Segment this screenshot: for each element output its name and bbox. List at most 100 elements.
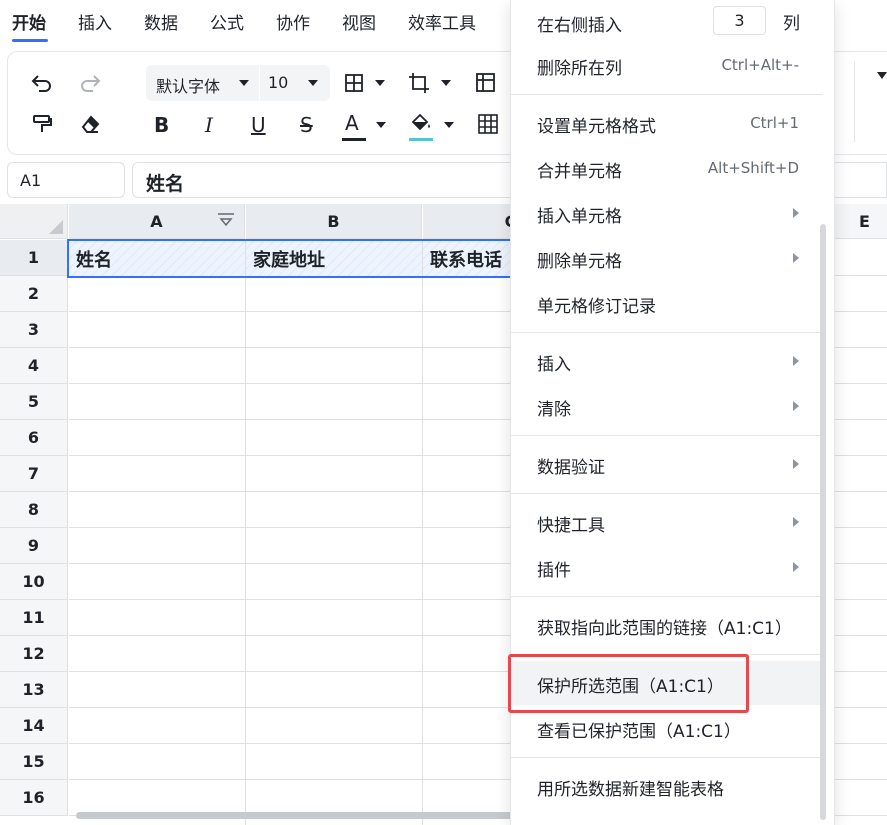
chevron-down-icon[interactable] bbox=[441, 80, 451, 86]
tab-collaborate[interactable]: 协作 bbox=[276, 9, 310, 34]
font-family-value: 默认字体 bbox=[156, 77, 221, 96]
menu-revision-history[interactable]: 单元格修订记录 bbox=[511, 281, 823, 325]
row-header[interactable]: 13 bbox=[0, 672, 68, 708]
chevron-right-icon bbox=[793, 459, 799, 469]
horizontal-scrollbar[interactable] bbox=[76, 812, 536, 819]
row-header[interactable]: 12 bbox=[0, 636, 68, 672]
column-label: B bbox=[327, 211, 340, 231]
row-header[interactable]: 7 bbox=[0, 456, 68, 492]
menu-delete-cells[interactable]: 删除单元格 bbox=[511, 236, 823, 280]
font-size-value: 10 bbox=[268, 73, 289, 92]
undo-icon[interactable] bbox=[27, 68, 57, 98]
menu-insert[interactable]: 插入 bbox=[511, 339, 823, 383]
row-header[interactable]: 15 bbox=[0, 744, 68, 780]
tab-start[interactable]: 开始 bbox=[12, 9, 46, 34]
italic-button[interactable]: I bbox=[205, 113, 213, 137]
chevron-down-icon bbox=[239, 80, 249, 86]
menu-merge-cells[interactable]: 合并单元格 Alt+Shift+D bbox=[511, 146, 823, 190]
menu-data-validation[interactable]: 数据验证 bbox=[511, 442, 823, 486]
menu-item-label: 合并单元格 bbox=[537, 162, 622, 182]
tab-formula[interactable]: 公式 bbox=[210, 9, 244, 34]
table-style-icon[interactable] bbox=[471, 68, 501, 98]
format-painter-icon[interactable] bbox=[27, 109, 57, 139]
row-header[interactable]: 6 bbox=[0, 420, 68, 456]
chevron-down-icon bbox=[308, 80, 318, 86]
bold-button[interactable]: B bbox=[154, 113, 169, 137]
fill-color-icon[interactable] bbox=[406, 108, 436, 138]
row-header[interactable]: 2 bbox=[0, 276, 68, 312]
column-header-a[interactable]: A bbox=[69, 204, 245, 239]
tab-view[interactable]: 视图 bbox=[342, 9, 376, 34]
menu-item-label: 数据验证 bbox=[537, 458, 605, 478]
row-header[interactable]: 10 bbox=[0, 564, 68, 600]
font-size-select[interactable]: 10 bbox=[260, 65, 330, 101]
row-header[interactable]: 5 bbox=[0, 384, 68, 420]
select-all-corner[interactable] bbox=[0, 204, 68, 239]
grid-lines-icon[interactable] bbox=[473, 109, 503, 139]
row-header[interactable]: 14 bbox=[0, 708, 68, 744]
menu-create-smart-table[interactable]: 用所选数据新建智能表格 bbox=[511, 764, 823, 808]
tab-efficiency-tools[interactable]: 效率工具 bbox=[408, 9, 476, 34]
menu-item-label: 删除所在列 bbox=[537, 59, 622, 79]
eraser-icon[interactable] bbox=[75, 109, 105, 139]
row-header[interactable]: 8 bbox=[0, 492, 68, 528]
menu-item-label: 删除单元格 bbox=[537, 252, 622, 272]
menu-item-label: 插入 bbox=[537, 355, 571, 375]
chevron-right-icon bbox=[793, 356, 799, 366]
name-box[interactable]: A1 bbox=[7, 162, 125, 198]
column-label: E bbox=[859, 211, 870, 231]
menu-quick-tools[interactable]: 快捷工具 bbox=[511, 500, 823, 544]
redo-icon[interactable] bbox=[75, 68, 105, 98]
menu-item-label: 插入单元格 bbox=[537, 207, 622, 227]
chevron-down-icon[interactable] bbox=[444, 122, 454, 128]
strikethrough-button[interactable]: S bbox=[300, 113, 313, 137]
column-header-b[interactable]: B bbox=[246, 204, 422, 239]
font-color-button[interactable]: A bbox=[345, 111, 359, 135]
menu-scrollbar[interactable] bbox=[820, 224, 826, 820]
shortcut-hint: Alt+Shift+D bbox=[707, 159, 799, 177]
cell-reference: A1 bbox=[20, 171, 42, 190]
menu-clear[interactable]: 清除 bbox=[511, 384, 823, 428]
underline-button[interactable]: U bbox=[251, 113, 266, 137]
row-header[interactable]: 3 bbox=[0, 312, 68, 348]
chevron-down-icon[interactable] bbox=[376, 122, 386, 128]
menu-item-label: 设置单元格格式 bbox=[537, 117, 656, 137]
filter-icon[interactable] bbox=[877, 72, 887, 79]
insert-unit-label: 列 bbox=[783, 14, 800, 34]
menu-get-range-link[interactable]: 获取指向此范围的链接（A1:C1） bbox=[511, 603, 823, 647]
menu-item-label: 查看已保护范围（A1:C1） bbox=[537, 722, 741, 742]
fill-color-swatch bbox=[409, 138, 433, 141]
menu-insert-cells[interactable]: 插入单元格 bbox=[511, 191, 823, 235]
font-color-swatch bbox=[342, 138, 366, 141]
filter-menu-icon[interactable] bbox=[217, 212, 235, 232]
chevron-right-icon bbox=[793, 562, 799, 572]
menu-item-label: 插件 bbox=[537, 561, 571, 581]
tab-insert[interactable]: 插入 bbox=[78, 9, 112, 34]
shortcut-hint: Ctrl+1 bbox=[750, 114, 799, 132]
font-family-select[interactable]: 默认字体 bbox=[146, 65, 259, 101]
menu-insert-right[interactable]: 在右侧插入 3 列 bbox=[511, 0, 823, 44]
row-header[interactable]: 1 bbox=[0, 240, 68, 276]
column-label: A bbox=[150, 211, 163, 231]
row-header[interactable]: 9 bbox=[0, 528, 68, 564]
cell-range-icon[interactable] bbox=[404, 68, 434, 98]
chevron-right-icon bbox=[793, 517, 799, 527]
borders-icon[interactable] bbox=[339, 68, 369, 98]
chevron-down-icon[interactable] bbox=[375, 80, 385, 86]
row-header[interactable]: 11 bbox=[0, 600, 68, 636]
tab-data[interactable]: 数据 bbox=[144, 9, 178, 34]
menu-item-label: 获取指向此范围的链接（A1:C1） bbox=[537, 619, 792, 639]
menu-item-label: 单元格修订记录 bbox=[537, 297, 656, 317]
row-header[interactable]: 16 bbox=[0, 780, 68, 816]
menu-item-label: 用所选数据新建智能表格 bbox=[537, 780, 724, 800]
menu-format-cells[interactable]: 设置单元格格式 Ctrl+1 bbox=[511, 101, 823, 145]
menu-divider bbox=[511, 596, 823, 597]
menu-plugins[interactable]: 插件 bbox=[511, 545, 823, 589]
shortcut-hint: Ctrl+Alt+- bbox=[721, 56, 799, 74]
row-header[interactable]: 4 bbox=[0, 348, 68, 384]
chevron-right-icon bbox=[793, 253, 799, 263]
annotation-highlight-box bbox=[508, 654, 749, 713]
menu-divider bbox=[511, 493, 823, 494]
menu-delete-column[interactable]: 删除所在列 Ctrl+Alt+- bbox=[511, 43, 823, 87]
insert-count-input[interactable]: 3 bbox=[713, 6, 766, 35]
